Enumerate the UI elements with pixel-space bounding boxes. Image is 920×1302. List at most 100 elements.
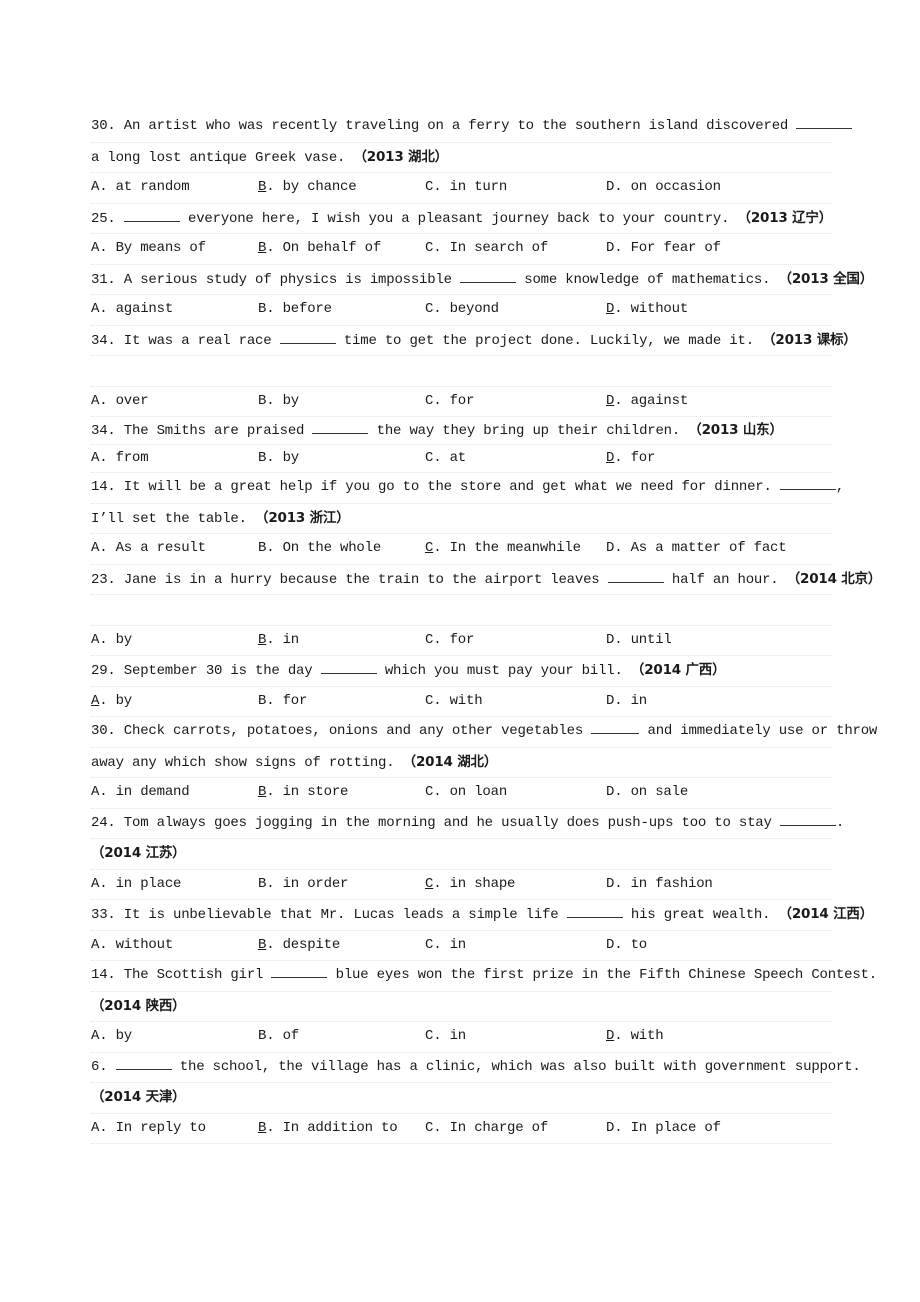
option-a: A. in place — [91, 875, 182, 892]
option-c: C. In charge of — [425, 1119, 549, 1136]
answer-blank — [115, 1055, 172, 1070]
option-a: A. in demand — [91, 784, 190, 800]
option-d: D. without — [606, 301, 689, 317]
option-c: C. for — [425, 392, 475, 409]
option-c: C. beyond — [425, 301, 499, 317]
option-a: A. by — [91, 631, 133, 648]
answer-blank — [779, 811, 836, 826]
question-1-line-2: a long lost antique Greek vase. （2013 湖北… — [91, 143, 831, 173]
question-5-options: A. from B. by C. at D. for — [91, 445, 831, 473]
option-d: D. on sale — [606, 784, 689, 800]
option-a: A. In reply to — [91, 1119, 206, 1136]
answer-blank — [279, 329, 336, 344]
answer-blank — [796, 114, 853, 129]
option-d: D. until — [606, 631, 672, 648]
question-5-line-1: 34. The Smiths are praised the way they … — [91, 417, 831, 445]
question-4-line-2 — [91, 356, 831, 387]
option-c: C. with — [425, 692, 483, 709]
option-b: B. In addition to — [258, 1119, 398, 1136]
option-b: B. before — [258, 301, 332, 317]
question-3-options: A. against B. before C. beyond D. withou… — [91, 295, 831, 326]
option-a: A. against — [91, 301, 174, 317]
option-b: B. by — [258, 392, 300, 409]
option-c: C. for — [425, 631, 475, 648]
question-source: （2014 北京） — [786, 570, 882, 587]
option-b: B. for — [258, 692, 308, 709]
question-12-line-2: （2014 陕西） — [91, 992, 831, 1022]
question-source: （2014 天津） — [91, 1089, 186, 1105]
answer-blank — [320, 659, 377, 674]
option-b: B. On the whole — [258, 540, 382, 556]
option-b: B. despite — [258, 936, 341, 953]
question-source: （2014 广西） — [630, 662, 726, 678]
option-b: B. in — [258, 631, 300, 648]
option-c: C. In the meanwhile — [425, 540, 581, 556]
question-source: （2013 辽宁） — [737, 209, 833, 226]
question-source: （2014 湖北） — [402, 753, 498, 770]
question-11-line-1: 33. It is unbelievable that Mr. Lucas le… — [91, 900, 873, 931]
question-10-options: A. in place B. in order C. in shape D. i… — [91, 870, 831, 900]
question-10-line-2: （2014 江苏） — [91, 839, 831, 870]
question-12-options: A. by B. of C. in D. with — [91, 1022, 831, 1053]
option-c: C. in — [425, 936, 467, 953]
question-4-line-1: 34. It was a real race time to get the p… — [91, 326, 857, 356]
option-a: A. without — [91, 936, 174, 953]
option-a: A. at random — [91, 179, 190, 195]
question-8-options: A. by B. for C. with D. in — [91, 687, 831, 717]
option-c: C. in shape — [425, 875, 516, 892]
question-source: （2013 浙江） — [255, 509, 350, 526]
option-d: D. In place of — [606, 1119, 721, 1136]
question-7-line-2 — [91, 595, 831, 626]
option-c: C. at — [425, 450, 467, 466]
option-b: B. by chance — [258, 179, 357, 195]
question-source: （2014 江苏） — [91, 845, 186, 861]
option-b: B. by — [258, 450, 300, 466]
question-9-options: A. in demand B. in store C. on loan D. o… — [91, 778, 831, 809]
question-7-options: A. by B. in C. for D. until — [91, 626, 831, 656]
option-d: D. As a matter of fact — [606, 540, 787, 556]
question-1-options: A. at random B. by chance C. in turn D. … — [91, 173, 831, 204]
option-c: C. on loan — [425, 784, 508, 800]
option-d: D. with — [606, 1028, 664, 1044]
option-d: D. on occasion — [606, 179, 721, 195]
question-7-line-1: 23. Jane is in a hurry because the train… — [91, 565, 881, 595]
question-10-line-1: 24. Tom always goes jogging in the morni… — [91, 809, 844, 839]
question-6-line-2: I’ll set the table. （2013 浙江） — [91, 504, 831, 534]
option-b: B. in store — [258, 784, 349, 800]
answer-blank — [591, 719, 640, 734]
option-c: C. in turn — [425, 179, 508, 195]
question-source: （2014 陕西） — [91, 997, 186, 1014]
option-a: A. by — [91, 692, 133, 709]
question-1-line-1: 30. An artist who was recently traveling… — [91, 112, 853, 143]
answer-blank — [607, 568, 664, 583]
question-source: （2013 课标） — [762, 331, 857, 348]
option-a: A. As a result — [91, 540, 206, 556]
option-d: D. to — [606, 936, 648, 953]
question-2-line-1: 25. everyone here, I wish you a pleasant… — [91, 204, 833, 234]
question-6-options: A. As a result B. On the whole C. In the… — [91, 534, 831, 565]
exercise-page: 30. An artist who was recently traveling… — [91, 112, 881, 1144]
question-11-options: A. without B. despite C. in D. to — [91, 931, 831, 961]
option-d: D. in fashion — [606, 875, 713, 892]
question-12-line-1: 14. The Scottish girl blue eyes won the … — [91, 961, 877, 992]
answer-blank — [779, 475, 836, 490]
question-9-line-2: away any which show signs of rotting. （2… — [91, 748, 831, 778]
question-13-options: A. In reply to B. In addition to C. In c… — [91, 1114, 831, 1144]
answer-blank — [271, 963, 328, 978]
question-13-line-1: 6. the school, the village has a clinic,… — [91, 1053, 861, 1083]
question-4-options: A. over B. by C. for D. against — [91, 387, 831, 417]
question-2-options: A. By means of B. On behalf of C. In sea… — [91, 234, 831, 265]
question-source: （2013 山东） — [688, 422, 783, 438]
question-source: （2013 湖北） — [353, 148, 448, 165]
question-source: （2014 江西） — [778, 906, 874, 922]
question-8-line-1: 29. September 30 is the day which you mu… — [91, 656, 831, 687]
option-b: B. in order — [258, 875, 349, 892]
answer-blank — [312, 419, 369, 434]
option-d: D. For fear of — [606, 240, 721, 256]
answer-blank — [566, 903, 623, 918]
option-d: D. against — [606, 392, 689, 409]
option-d: D. for — [606, 450, 656, 466]
question-6-line-1: 14. It will be a great help if you go to… — [91, 473, 844, 504]
question-source: （2013 全国） — [778, 270, 874, 287]
question-3-line-1: 31. A serious study of physics is imposs… — [91, 265, 873, 295]
